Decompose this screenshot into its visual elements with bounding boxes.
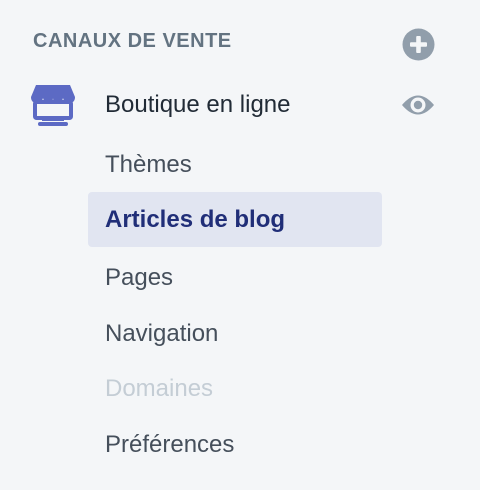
nav-item-blog-posts[interactable]: Articles de blog bbox=[88, 192, 382, 247]
nav-item-navigation[interactable]: Navigation bbox=[88, 306, 382, 361]
nav-item-preferences[interactable]: Préférences bbox=[88, 417, 382, 472]
nav-item-label: Thèmes bbox=[105, 151, 192, 178]
nav-item-label: Domaines bbox=[105, 375, 214, 402]
section-title: CANAUX DE VENTE bbox=[33, 30, 232, 52]
nav-item-label: Pages bbox=[105, 264, 174, 291]
nav-item-label: Articles de blog bbox=[105, 206, 286, 233]
channel-online-store[interactable]: Boutique en ligne bbox=[28, 82, 448, 128]
nav-item-pages[interactable]: Pages bbox=[88, 250, 382, 305]
eye-icon[interactable] bbox=[400, 88, 436, 122]
nav-item-label: Navigation bbox=[105, 320, 219, 347]
storefront-icon bbox=[31, 85, 75, 126]
nav-item-themes[interactable]: Thèmes bbox=[88, 137, 382, 192]
plus-circle-icon[interactable] bbox=[402, 28, 435, 61]
nav-item-domains: Domaines bbox=[88, 361, 382, 416]
channel-name: Boutique en ligne bbox=[105, 91, 291, 118]
sales-channels-header: CANAUX DE VENTE bbox=[32, 28, 442, 61]
nav-item-label: Préférences bbox=[105, 431, 235, 458]
